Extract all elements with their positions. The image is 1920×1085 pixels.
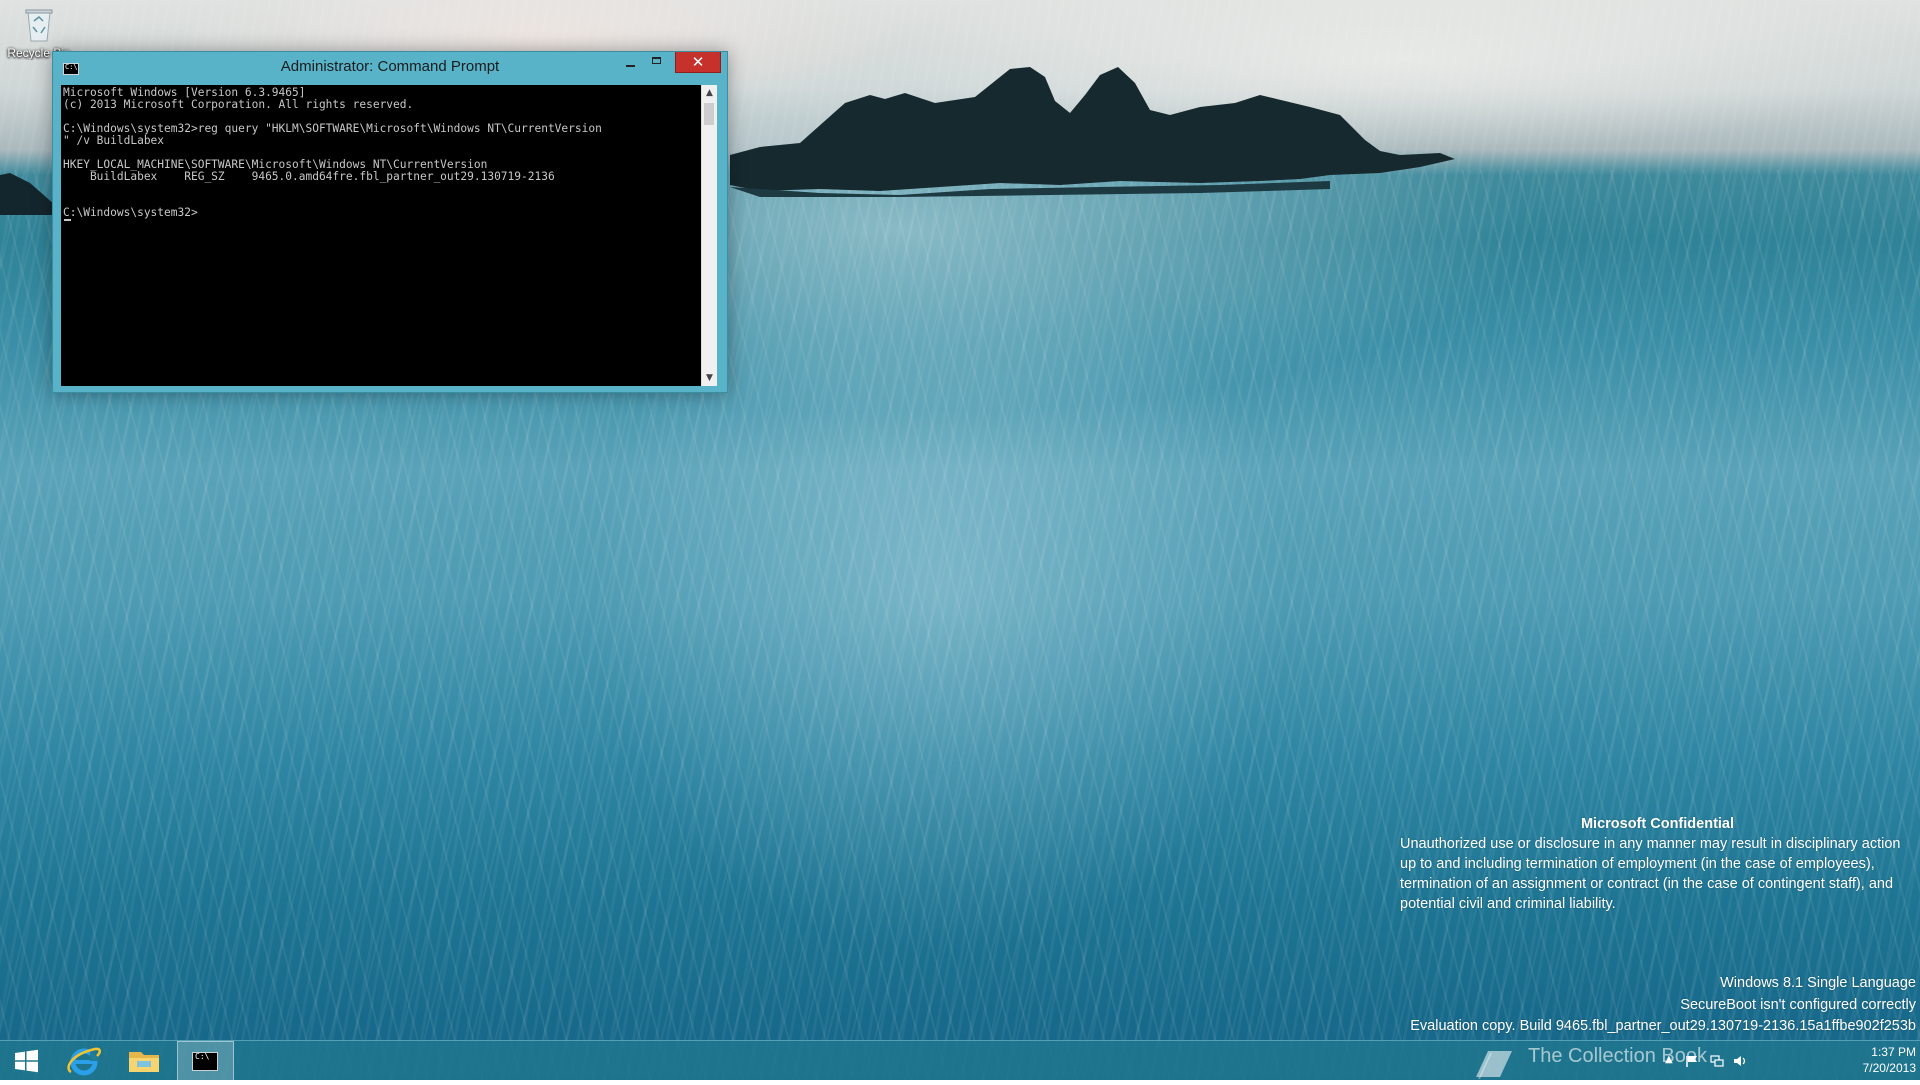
taskbar-file-explorer[interactable] bbox=[117, 1041, 171, 1081]
network-icon[interactable] bbox=[1710, 1055, 1724, 1067]
minimize-button[interactable] bbox=[616, 52, 644, 73]
taskbar: C:\ The Collection Book ▲ 1:37 PM 7/20/2… bbox=[0, 1040, 1920, 1081]
taskbar-internet-explorer[interactable] bbox=[57, 1041, 111, 1081]
vertical-scrollbar[interactable]: ▲ ▼ bbox=[701, 85, 717, 386]
edition-text: Windows 8.1 Single Language bbox=[1720, 975, 1916, 991]
console-line: BuildLabex REG_SZ 9465.0.amd64fre.fbl_pa… bbox=[63, 170, 555, 183]
scroll-thumb[interactable] bbox=[704, 103, 714, 125]
clock-time: 1:37 PM bbox=[1871, 1045, 1916, 1059]
cmd-icon: C:\ bbox=[192, 1052, 218, 1071]
close-button[interactable]: ✕ bbox=[675, 52, 721, 73]
collection-book-overlay: The Collection Book bbox=[1528, 1045, 1707, 1067]
watermark-title: Microsoft Confidential bbox=[1580, 816, 1735, 832]
internet-explorer-icon bbox=[67, 1047, 101, 1076]
recycle-bin-icon bbox=[25, 6, 53, 42]
maximize-button[interactable] bbox=[644, 52, 671, 73]
command-prompt-window[interactable]: C:\ Administrator: Command Prompt ✕ Micr… bbox=[52, 51, 728, 393]
show-hidden-icons-icon[interactable]: ▲ bbox=[1665, 1054, 1679, 1066]
console-prompt-line[interactable]: C:\Windows\system32> bbox=[63, 207, 701, 221]
build-watermark: Windows 8.1 Single Language SecureBoot i… bbox=[1356, 973, 1916, 1038]
secureboot-text: SecureBoot isn't configured correctly bbox=[1680, 996, 1916, 1013]
text-cursor bbox=[64, 219, 71, 221]
start-button[interactable] bbox=[4, 1041, 48, 1081]
scroll-up-arrow-icon[interactable]: ▲ bbox=[702, 85, 717, 101]
watermark-body: Unauthorized use or disclosure in any ma… bbox=[1400, 836, 1901, 912]
flag-icon[interactable] bbox=[1685, 1055, 1699, 1067]
cmd-icon-glyph: C:\ bbox=[195, 1052, 210, 1061]
scroll-down-arrow-icon[interactable]: ▼ bbox=[702, 370, 717, 386]
folder-icon bbox=[129, 1052, 159, 1072]
console-line: " /v BuildLabex bbox=[63, 134, 165, 147]
clock[interactable]: 1:37 PM 7/20/2013 bbox=[1780, 1044, 1916, 1076]
close-icon: ✕ bbox=[691, 53, 705, 71]
clock-date: 7/20/2013 bbox=[1862, 1061, 1916, 1075]
build-text: Evaluation copy. Build 9465.fbl_partner_… bbox=[1410, 1018, 1916, 1034]
console-output[interactable]: Microsoft Windows [Version 6.3.9465] (c) … bbox=[61, 85, 701, 386]
console-text: Microsoft Windows [Version 6.3.9465] (c) … bbox=[61, 85, 701, 221]
notification-area: The Collection Book ▲ 1:37 PM 7/20/2013 bbox=[1360, 1041, 1920, 1081]
taskbar-command-prompt[interactable]: C:\ bbox=[177, 1041, 234, 1081]
windows-logo-icon bbox=[15, 1049, 38, 1073]
confidential-watermark: Microsoft Confidential Unauthorized use … bbox=[1400, 814, 1915, 914]
console-line: (c) 2013 Microsoft Corporation. All righ… bbox=[63, 98, 414, 111]
title-bar[interactable]: C:\ Administrator: Command Prompt ✕ bbox=[53, 52, 727, 84]
console-prompt: C:\Windows\system32> bbox=[63, 206, 198, 219]
volume-icon[interactable] bbox=[1733, 1055, 1747, 1067]
book-icon bbox=[1476, 1051, 1512, 1079]
